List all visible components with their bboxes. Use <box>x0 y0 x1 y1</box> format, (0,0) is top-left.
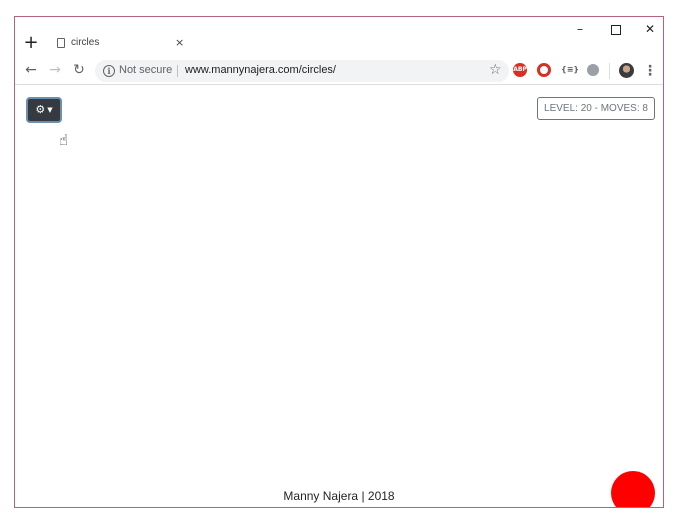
settings-dropdown-button[interactable]: ⚙ ▼ <box>26 97 62 123</box>
maximize-icon <box>611 24 621 35</box>
profile-avatar[interactable] <box>619 63 634 78</box>
minimize-button[interactable]: – <box>563 19 597 39</box>
omnibox-divider <box>177 65 178 77</box>
game-circle[interactable] <box>611 471 655 507</box>
json-extension-icon[interactable]: {≡} <box>561 63 579 77</box>
tab-close-icon[interactable]: × <box>175 36 184 49</box>
address-bar[interactable]: i Not secure www.mannynajera.com/circles… <box>95 60 509 82</box>
browser-toolbar: ← → ↻ i Not secure www.mannynajera.com/c… <box>15 57 663 85</box>
star-icon[interactable]: ☆ <box>489 62 502 78</box>
close-window-button[interactable]: ✕ <box>633 19 663 39</box>
level-moves-status: LEVEL: 20 - MOVES: 8 <box>537 97 655 120</box>
menu-dots-icon[interactable]: ⋮ <box>643 61 657 81</box>
forward-arrow-icon[interactable]: → <box>45 60 65 80</box>
reload-icon[interactable]: ↻ <box>69 60 89 80</box>
toolbar-divider <box>609 63 610 79</box>
hand-cursor-icon: ☝ <box>59 131 69 149</box>
footer-credit: Manny Najera | 2018 <box>283 489 395 503</box>
page-icon <box>57 38 65 48</box>
gear-icon: ⚙ <box>35 103 46 116</box>
dark-mode-extension-icon[interactable] <box>587 64 599 76</box>
tab-circles[interactable]: circles × <box>49 29 195 57</box>
adblock-extension-icon[interactable]: ABP <box>513 63 527 77</box>
info-icon[interactable]: i <box>103 65 115 77</box>
maximize-button[interactable] <box>599 19 633 39</box>
tab-title: circles <box>71 37 100 48</box>
caret-down-icon: ▼ <box>47 106 53 114</box>
tab-strip: + circles × – ✕ <box>15 17 663 57</box>
url-text[interactable]: www.mannynajera.com/circles/ <box>185 64 336 76</box>
page-content: ⚙ ▼ ☝ LEVEL: 20 - MOVES: 8 Manny Najera |… <box>15 85 663 507</box>
security-label[interactable]: Not secure <box>119 64 172 76</box>
browser-window: + circles × – ✕ ← → ↻ i Not secure www.m… <box>14 16 664 508</box>
opera-extension-icon[interactable] <box>537 63 551 77</box>
back-arrow-icon[interactable]: ← <box>21 60 41 80</box>
new-tab-button[interactable]: + <box>23 34 39 52</box>
